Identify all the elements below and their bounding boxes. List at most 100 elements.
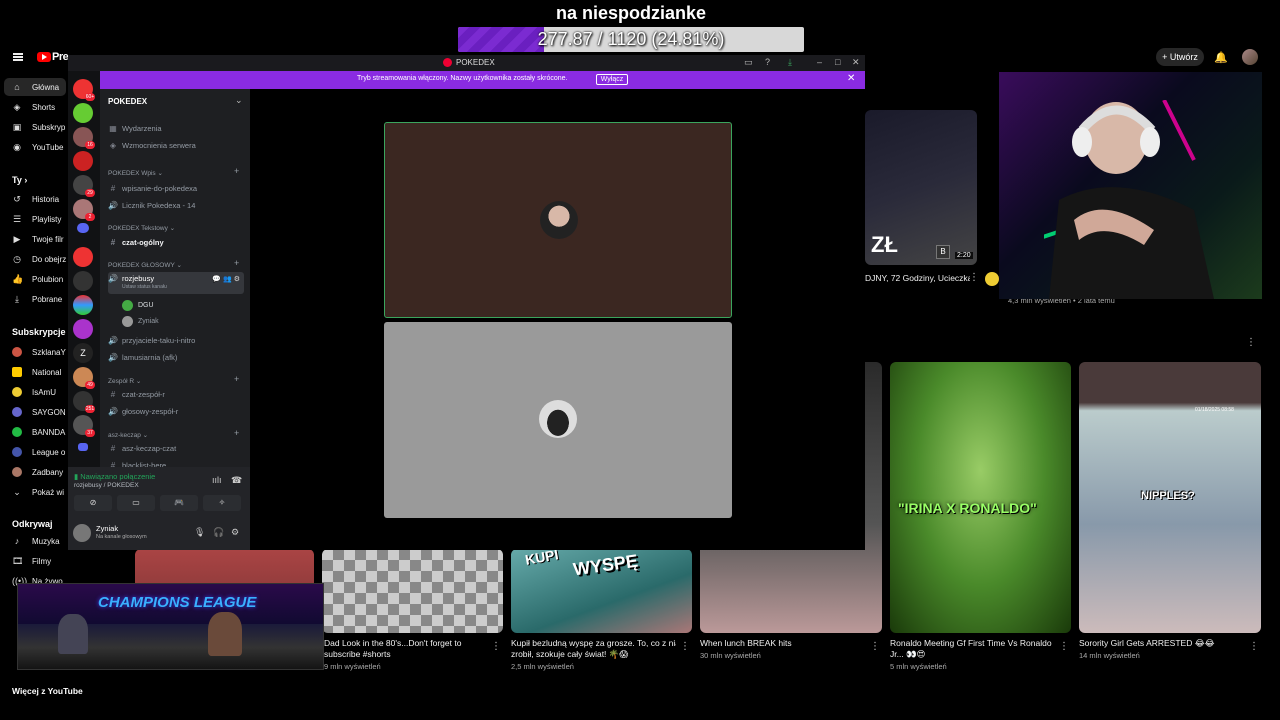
- sidebar-item-downloads[interactable]: ⤓ Pobrane: [4, 290, 66, 308]
- section-menu-icon[interactable]: ⋮: [1246, 337, 1256, 348]
- channel-przyjaciele[interactable]: 🔊 przyjaciele-taku-i-nitro: [108, 333, 244, 348]
- server-icon[interactable]: 60+: [73, 79, 95, 101]
- soundboard-button[interactable]: ✧: [203, 495, 241, 511]
- sidebar-item-playlists[interactable]: ☰ Playlisty: [4, 210, 66, 228]
- folder-icon[interactable]: [77, 223, 89, 233]
- channel-czat[interactable]: # czat-ogólny: [108, 235, 244, 250]
- sidebar-item-shorts[interactable]: ◈ Shorts: [4, 98, 66, 116]
- sidebar-item-history[interactable]: ↺ Historia: [4, 190, 66, 208]
- add-channel-icon[interactable]: +: [234, 428, 239, 438]
- video-title[interactable]: Ronaldo Meeting Gf First Time Vs Ronaldo…: [890, 638, 1055, 660]
- channel-avatar[interactable]: [985, 272, 999, 286]
- channel-events[interactable]: ▦ Wydarzenia: [108, 121, 244, 136]
- video-menu-icon[interactable]: ⋮: [1249, 641, 1259, 652]
- server-icon[interactable]: [73, 247, 93, 267]
- channel-glosowy-zespol[interactable]: 🔊 głosowy-zespół-r: [108, 404, 244, 419]
- sidebar-item-youtube[interactable]: ◉ YouTube: [4, 138, 66, 156]
- subscription-item[interactable]: SAYGON: [4, 403, 66, 421]
- server-icon[interactable]: 29: [73, 175, 95, 197]
- video-title[interactable]: DJNY, 72 Godziny, Ucieczka: [865, 273, 970, 284]
- server-name[interactable]: POKEDEX: [108, 97, 147, 106]
- video-title[interactable]: When lunch BREAK hits: [700, 638, 865, 649]
- video-menu-icon[interactable]: ⋮: [870, 641, 880, 652]
- voice-channel-location[interactable]: rozjebusy / POKEDEX: [74, 482, 139, 489]
- screen-share-button[interactable]: ▭: [117, 495, 155, 511]
- server-icon[interactable]: Z: [73, 343, 93, 363]
- video-thumbnail[interactable]: 01/18/2025 08:58 NIPPLES?: [1079, 362, 1261, 633]
- minimize-icon[interactable]: –: [817, 57, 822, 67]
- subscription-item[interactable]: League o: [4, 443, 66, 461]
- sidebar-item-your-videos[interactable]: ▶ Twoje filr: [4, 230, 66, 248]
- video-menu-icon[interactable]: ⋮: [491, 641, 501, 652]
- notifications-bell-icon[interactable]: 🔔: [1214, 51, 1228, 64]
- category-zespol[interactable]: Zespół R ⌄: [108, 377, 141, 385]
- video-thumbnail[interactable]: "IRINA X RONALDO": [890, 362, 1071, 633]
- category-voice[interactable]: POKEDEX GŁOSOWY ⌄: [108, 261, 182, 269]
- server-icon[interactable]: [73, 151, 93, 171]
- headphones-icon[interactable]: 🎧: [213, 527, 224, 538]
- video-thumbnail[interactable]: KUPI WYSPĘ: [511, 549, 692, 633]
- you-section-header[interactable]: Ty ›: [12, 175, 27, 185]
- channel-boosts[interactable]: ◈ Wzmocnienia serwera: [108, 138, 244, 153]
- sidebar-show-more[interactable]: ⌄ Pokaż wi: [4, 483, 66, 501]
- sidebar-item-home[interactable]: ⌂ Główna: [4, 78, 66, 96]
- banner-close-icon[interactable]: ✕: [847, 73, 855, 84]
- category-text[interactable]: POKEDEX Tekstowy ⌄: [108, 224, 175, 232]
- channel-actions-icons[interactable]: 💬 👥 ⚙: [212, 275, 240, 283]
- sidebar-item-music[interactable]: ♪ Muzyka: [4, 532, 66, 550]
- subscription-item[interactable]: Zadbany: [4, 463, 66, 481]
- user-avatar[interactable]: [73, 524, 91, 542]
- activities-button[interactable]: 🎮: [160, 495, 198, 511]
- video-title[interactable]: Kupił bezludną wyspę za grosze. To, co z…: [511, 638, 676, 660]
- server-icon[interactable]: 37: [73, 415, 95, 437]
- disconnect-icon[interactable]: ☎: [231, 475, 242, 486]
- server-icon[interactable]: 2: [73, 199, 95, 221]
- maximize-icon[interactable]: □: [835, 57, 840, 67]
- server-icon[interactable]: 16: [73, 127, 95, 149]
- sidebar-item-watch-later[interactable]: ◷ Do obejrz: [4, 250, 66, 268]
- channel-wpisanie[interactable]: # wpisanie-do-pokedexa: [108, 181, 244, 196]
- participant-tile-speaking[interactable]: [384, 122, 732, 318]
- menu-icon[interactable]: [13, 53, 23, 61]
- participant-tile[interactable]: [384, 322, 732, 518]
- subscription-item[interactable]: BANNDA: [4, 423, 66, 441]
- youtube-logo-icon[interactable]: [37, 52, 51, 62]
- channel-lamusiarnia[interactable]: 🔊 lamusiarnia (afk): [108, 350, 244, 365]
- category-asz[interactable]: asz-keczap ⌄: [108, 431, 148, 439]
- folder-icon[interactable]: [78, 443, 88, 451]
- create-button[interactable]: + Utwórz: [1156, 48, 1204, 66]
- add-channel-icon[interactable]: +: [234, 166, 239, 176]
- account-avatar[interactable]: [1242, 49, 1258, 65]
- server-icon[interactable]: 49: [73, 367, 95, 389]
- disable-streamer-mode-button[interactable]: Wyłącz: [596, 74, 628, 85]
- server-icon[interactable]: [73, 103, 93, 123]
- user-name[interactable]: Zyniak: [96, 524, 118, 533]
- sidebar-item-subscriptions[interactable]: ▣ Subskryp: [4, 118, 66, 136]
- chevron-down-icon[interactable]: ⌄: [235, 95, 243, 106]
- sidebar-item-films[interactable]: 🎞 Filmy: [4, 552, 66, 570]
- subscriptions-section-header[interactable]: Subskrypcje: [12, 327, 66, 337]
- subscription-item[interactable]: National: [4, 363, 66, 381]
- channel-asz-czat[interactable]: # asz-keczap-czat: [108, 441, 244, 456]
- video-menu-icon[interactable]: ⋮: [1059, 641, 1069, 652]
- server-icon[interactable]: [73, 319, 93, 339]
- channel-licznik[interactable]: 🔊 Licznik Pokedexa - 14: [108, 198, 244, 213]
- subscription-item[interactable]: IsAmU: [4, 383, 66, 401]
- help-icon[interactable]: ?: [765, 57, 770, 67]
- video-thumbnail[interactable]: [322, 549, 503, 633]
- voice-user[interactable]: DGU: [122, 298, 154, 312]
- channel-czat-zespol[interactable]: # czat-zespół-r: [108, 387, 244, 402]
- subscription-item[interactable]: SzklanaY: [4, 343, 66, 361]
- download-icon[interactable]: ⤓: [788, 57, 792, 68]
- video-title[interactable]: Dad Look in the 80's...Don't forget to su…: [324, 638, 489, 660]
- voice-user[interactable]: Zyniak: [122, 314, 159, 328]
- category-wpis[interactable]: POKEDEX Wpis ⌄: [108, 169, 163, 177]
- channel-status[interactable]: Ustaw status kanału: [122, 284, 167, 290]
- server-icon[interactable]: [73, 295, 93, 315]
- server-icon[interactable]: [73, 271, 93, 291]
- add-channel-icon[interactable]: +: [234, 258, 239, 268]
- close-icon[interactable]: ✕: [852, 57, 860, 68]
- sidebar-item-liked[interactable]: 👍 Polubion: [4, 270, 66, 288]
- settings-gear-icon[interactable]: ⚙: [231, 527, 239, 538]
- server-icon[interactable]: 251: [73, 391, 95, 413]
